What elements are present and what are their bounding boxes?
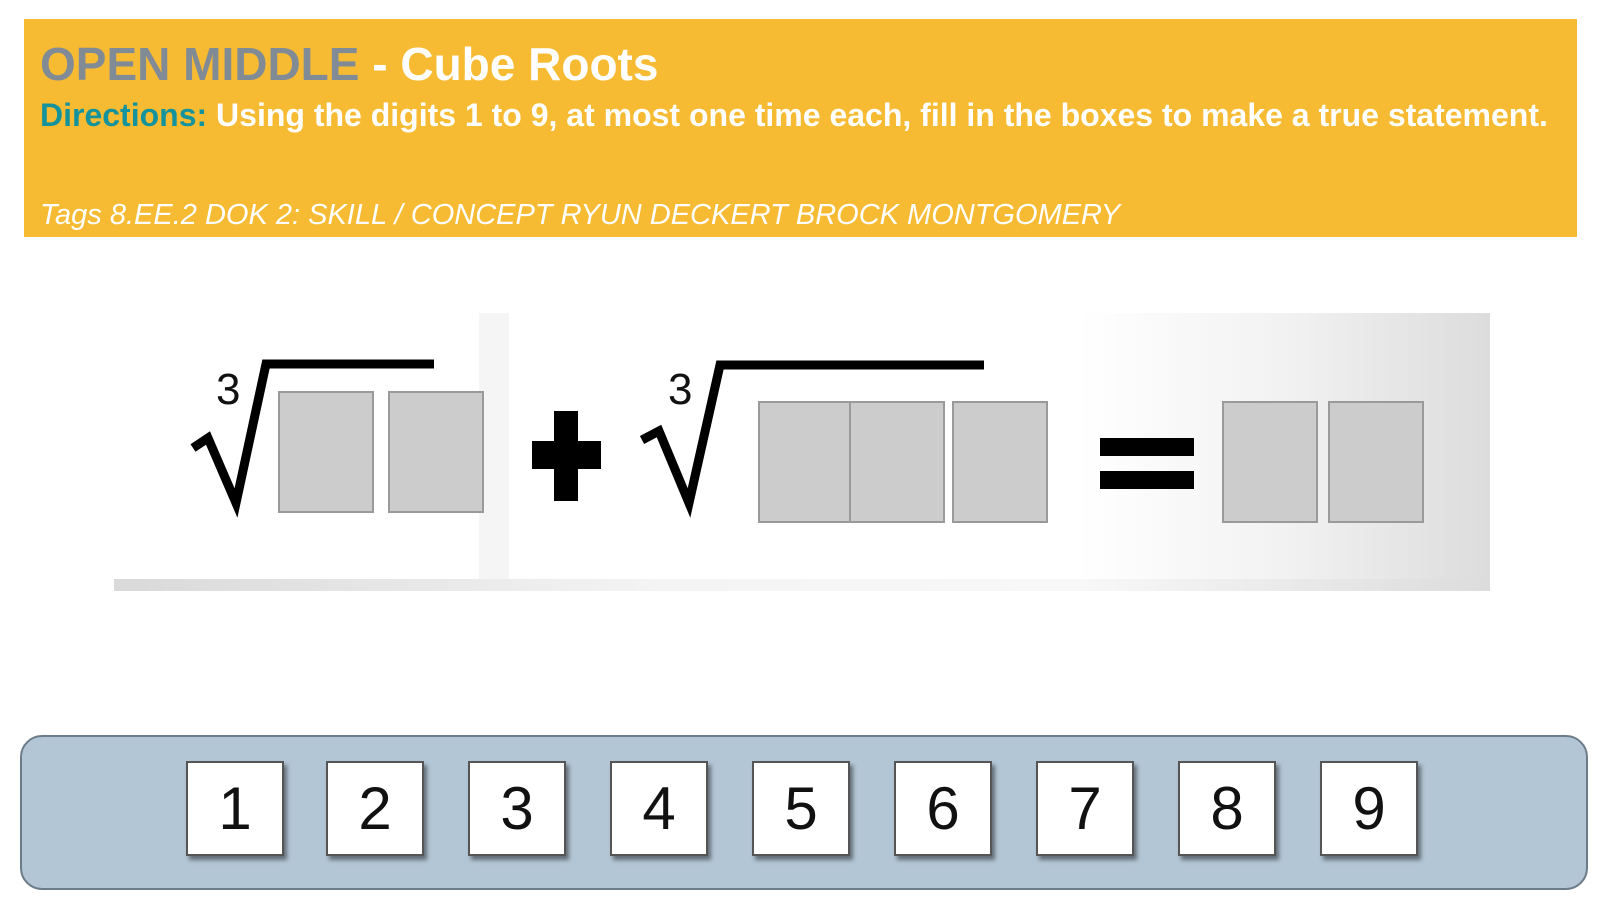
equation-shadow <box>114 579 1490 591</box>
directions-label: Directions: <box>40 97 208 133</box>
tags-line: Tags 8.EE.2 DOK 2: SKILL / CONCEPT RYUN … <box>40 199 1121 231</box>
equals-sign-top <box>1100 438 1194 456</box>
answer-box-3[interactable] <box>758 401 854 523</box>
directions-text: Using the digits 1 to 9, at most one tim… <box>207 97 1548 133</box>
answer-box-4[interactable] <box>849 401 945 523</box>
digit-tile-3[interactable]: 3 <box>468 761 566 856</box>
digit-tile-9[interactable]: 9 <box>1320 761 1418 856</box>
answer-box-7[interactable] <box>1328 401 1424 523</box>
answer-box-5[interactable] <box>952 401 1048 523</box>
title-suffix: - Cube Roots <box>359 38 659 90</box>
page-title: OPEN MIDDLE - Cube Roots <box>40 37 1561 91</box>
answer-box-6[interactable] <box>1222 401 1318 523</box>
digit-tile-4[interactable]: 4 <box>610 761 708 856</box>
digit-tile-5[interactable]: 5 <box>752 761 850 856</box>
equation-area: 3 3 <box>114 313 1490 591</box>
header-banner: OPEN MIDDLE - Cube Roots Directions: Usi… <box>24 19 1577 237</box>
title-prefix: OPEN MIDDLE <box>40 38 360 90</box>
directions: Directions: Using the digits 1 to 9, at … <box>40 93 1550 137</box>
digit-tray: 1 2 3 4 5 6 7 8 9 <box>20 735 1588 890</box>
digit-tile-1[interactable]: 1 <box>186 761 284 856</box>
digit-tile-7[interactable]: 7 <box>1036 761 1134 856</box>
digit-tile-2[interactable]: 2 <box>326 761 424 856</box>
digit-tile-8[interactable]: 8 <box>1178 761 1276 856</box>
equals-sign-bottom <box>1100 471 1194 489</box>
digit-tile-6[interactable]: 6 <box>894 761 992 856</box>
